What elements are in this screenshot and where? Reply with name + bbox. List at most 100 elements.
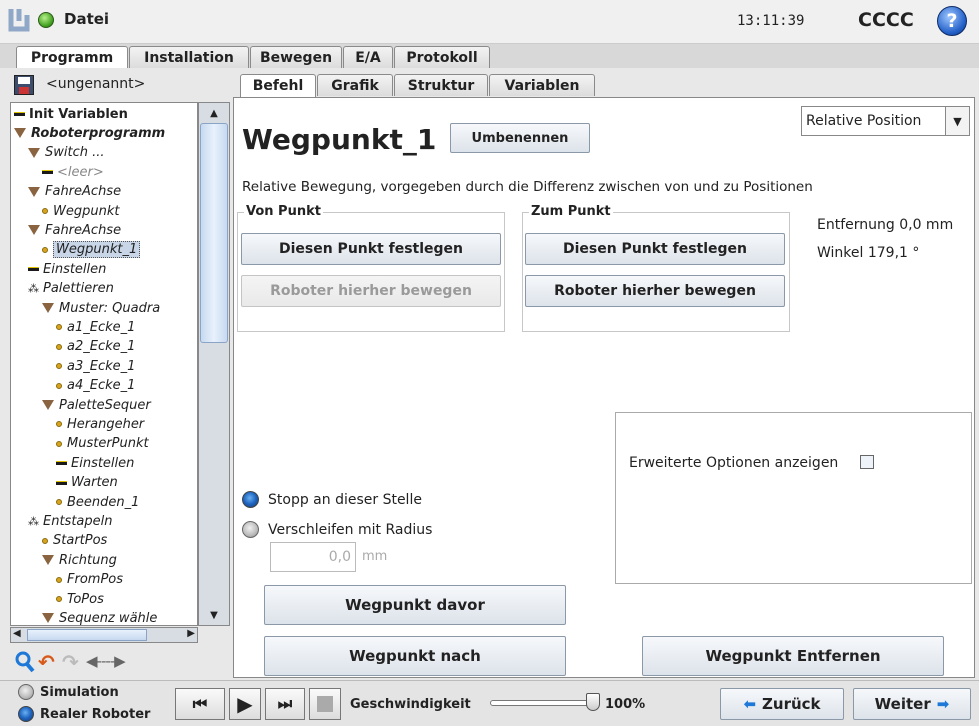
tree-item[interactable]: a1_Ecke_1 — [11, 318, 135, 336]
tree-item[interactable]: Einstellen — [11, 260, 106, 278]
tab-protokoll[interactable]: Protokoll — [394, 46, 490, 68]
save-icon[interactable] — [14, 75, 34, 95]
next-button[interactable]: Weiter ➡ — [853, 688, 971, 720]
distance-readout: Entfernung 0,0 mm — [817, 217, 954, 233]
tree-item-label: MusterPunkt — [67, 436, 149, 452]
tree-item[interactable]: Init Variablen — [11, 105, 128, 123]
file-menu[interactable]: Datei — [64, 10, 109, 28]
tree-item[interactable]: Sequenz wähle — [11, 609, 158, 626]
tree-item[interactable]: Muster: Quadra — [11, 299, 160, 317]
waypoint-icon — [56, 596, 62, 602]
real-robot-option[interactable]: Realer Roboter — [18, 706, 150, 722]
tree-item[interactable]: Warten — [11, 474, 118, 492]
tab-ea[interactable]: E/A — [343, 46, 393, 68]
subtab-grafik[interactable]: Grafik — [317, 74, 393, 96]
speed-slider-thumb[interactable] — [586, 693, 600, 711]
blend-radio-button[interactable] — [242, 521, 259, 538]
tree-item[interactable]: a2_Ecke_1 — [11, 338, 135, 356]
header-bar — [0, 0, 979, 44]
advanced-options-checkbox[interactable] — [860, 455, 874, 469]
stop-radio-button[interactable] — [242, 491, 259, 508]
tree-item-label: Palettieren — [43, 281, 114, 297]
tree-item[interactable]: Richtung — [11, 551, 117, 569]
subtab-variablen[interactable]: Variablen — [489, 74, 595, 96]
tree-item[interactable]: FromPos — [11, 571, 123, 589]
back-button[interactable]: ⬅ Zurück — [720, 688, 844, 720]
waypoint-icon — [56, 499, 62, 505]
tree-item[interactable]: FahreAchse — [11, 221, 121, 239]
from-move-robot-button[interactable]: Roboter hierher bewegen — [241, 275, 501, 307]
position-type-select[interactable]: Relative Position ▼ — [801, 106, 970, 136]
folder-triangle-icon — [42, 555, 54, 566]
tree-item[interactable]: Roboterprogramm — [11, 124, 165, 142]
skip-back-icon[interactable]: ⏮ — [175, 688, 225, 720]
remove-waypoint-button[interactable]: Wegpunkt Entfernen — [642, 636, 944, 676]
tree-item-label: a3_Ecke_1 — [67, 358, 136, 374]
move-arrows-icon[interactable]: ◀----▶ — [86, 652, 196, 674]
tree-item[interactable]: Einstellen — [11, 454, 134, 472]
tree-item[interactable]: ⁂ Palettieren — [11, 280, 114, 298]
tree-item[interactable]: Beenden_1 — [11, 493, 139, 511]
undo-icon[interactable]: ↶ — [38, 650, 60, 674]
tab-installation[interactable]: Installation — [129, 46, 249, 68]
tree-item-label: Sequenz wähle — [59, 610, 158, 626]
search-icon[interactable] — [14, 650, 36, 674]
tree-item[interactable]: Herangeher — [11, 415, 144, 433]
stop-radio[interactable]: Stopp an dieser Stelle — [242, 491, 422, 508]
speed-slider[interactable] — [490, 693, 600, 711]
scroll-thumb[interactable] — [200, 123, 228, 343]
tab-programm[interactable]: Programm — [16, 46, 128, 69]
waypoint-icon — [42, 246, 48, 253]
tree-item-label: a4_Ecke_1 — [67, 378, 136, 394]
tree-item-label: Wegpunkt — [53, 203, 120, 219]
subtab-struktur[interactable]: Struktur — [394, 74, 488, 96]
chevron-down-icon: ▼ — [945, 107, 969, 135]
tree-item[interactable]: Switch ... — [11, 144, 105, 162]
scroll-down-arrow[interactable]: ▼ — [199, 605, 229, 625]
command-icon — [14, 112, 25, 116]
waypoint-icon — [56, 382, 62, 389]
subtab-befehl[interactable]: Befehl — [240, 74, 316, 97]
radius-input[interactable]: 0,0 — [270, 542, 356, 572]
tree-item[interactable]: <leer> — [11, 163, 104, 181]
folder-triangle-icon — [42, 303, 54, 313]
tree-item[interactable]: a3_Ecke_1 — [11, 357, 135, 375]
to-move-robot-button[interactable]: Roboter hierher bewegen — [525, 275, 785, 307]
tree-item-label: Init Variablen — [29, 106, 128, 122]
scroll-up-arrow[interactable]: ▲ — [199, 103, 229, 123]
tree-item[interactable]: FahreAchse — [11, 183, 121, 201]
tree-item[interactable]: StartPos — [11, 532, 107, 550]
tree-item[interactable]: MusterPunkt — [11, 435, 149, 453]
h-scrollbar[interactable]: ◀ ▶ — [10, 627, 198, 643]
tree-item-label: Herangeher — [67, 416, 145, 432]
real-robot-radio[interactable] — [18, 706, 34, 722]
tree-item[interactable]: Wegpunkt_1 — [11, 241, 141, 259]
add-waypoint-before-button[interactable]: Wegpunkt davor — [264, 585, 566, 625]
program-tree[interactable]: Init Variablen Roboterprogramm Switch ... <… — [10, 102, 198, 626]
play-icon[interactable]: ▶ — [229, 688, 261, 720]
arrow-right-icon: ➡ — [936, 695, 950, 713]
step-forward-icon[interactable]: ⏭ — [265, 688, 305, 720]
tree-item[interactable]: a4_Ecke_1 — [11, 377, 135, 395]
tree-item[interactable]: Wegpunkt — [11, 202, 119, 220]
help-icon[interactable]: ? — [937, 6, 967, 36]
tree-scrollbar[interactable]: ▲ ▼ — [198, 102, 230, 626]
simulation-option[interactable]: Simulation — [18, 684, 119, 700]
tree-item-label: <leer> — [57, 164, 104, 180]
to-set-point-button[interactable]: Diesen Punkt festlegen — [525, 233, 785, 265]
tree-item-label: Richtung — [59, 552, 117, 568]
blend-radio[interactable]: Verschleifen mit Radius — [242, 521, 432, 538]
stop-icon — [309, 688, 341, 720]
folder-triangle-icon — [28, 225, 40, 236]
tree-item[interactable]: ⁂ Entstapeln — [11, 512, 113, 530]
from-set-point-button[interactable]: Diesen Punkt festlegen — [241, 233, 501, 265]
waypoint-icon — [56, 324, 62, 331]
tree-item-label: Einstellen — [71, 455, 135, 471]
tree-item[interactable]: ToPos — [11, 590, 104, 608]
waypoint-icon — [42, 208, 48, 214]
simulation-radio[interactable] — [18, 684, 34, 700]
tree-item[interactable]: PaletteSequer — [11, 396, 151, 414]
add-waypoint-after-button[interactable]: Wegpunkt nach — [264, 636, 566, 676]
tab-bewegen[interactable]: Bewegen — [250, 46, 342, 68]
rename-button[interactable]: Umbenennen — [450, 123, 590, 153]
